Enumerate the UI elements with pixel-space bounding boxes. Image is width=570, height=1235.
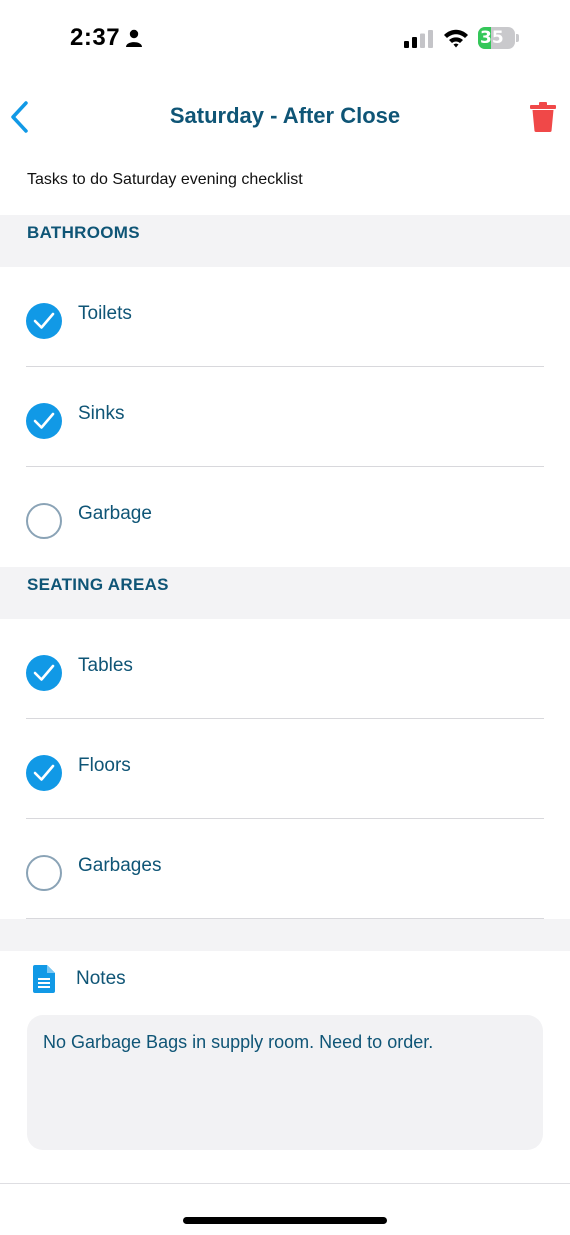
task-row-tables[interactable]: Tables	[0, 619, 570, 719]
section-spacer	[0, 919, 570, 951]
task-label: Tables	[78, 655, 133, 676]
checklist-description: Tasks to do Saturday evening checklist	[27, 171, 303, 188]
check-circle-icon[interactable]	[26, 755, 62, 791]
check-circle-icon[interactable]	[26, 303, 62, 339]
task-label: Garbages	[78, 855, 162, 876]
task-label: Floors	[78, 755, 131, 776]
person-icon	[126, 29, 142, 47]
task-label: Toilets	[78, 303, 132, 324]
section-header-bathrooms: BATHROOMS	[0, 215, 570, 267]
trash-icon[interactable]	[530, 102, 556, 132]
wifi-icon	[444, 29, 468, 48]
status-bar: 2:37 35	[0, 0, 570, 78]
cellular-signal-icon	[404, 30, 433, 48]
task-row-floors[interactable]: Floors	[0, 719, 570, 819]
section-header-seating-areas: SEATING AREAS	[0, 567, 570, 619]
page-title: Saturday - After Close	[169, 103, 401, 128]
task-label: Sinks	[78, 403, 125, 424]
navigation-header: Saturday - After Close	[0, 78, 570, 158]
document-icon	[33, 965, 55, 993]
battery-percentage: 35	[480, 28, 504, 48]
notes-textarea[interactable]: No Garbage Bags in supply room. Need to …	[27, 1015, 543, 1150]
check-circle-icon[interactable]	[26, 655, 62, 691]
check-circle-icon[interactable]	[26, 503, 62, 539]
status-time: 2:37	[70, 24, 121, 51]
check-circle-icon[interactable]	[26, 855, 62, 891]
notes-label: Notes	[76, 968, 126, 989]
task-row-toilets[interactable]: Toilets	[0, 267, 570, 367]
section-title: SEATING AREAS	[27, 575, 169, 594]
section-title: BATHROOMS	[27, 223, 140, 242]
divider	[0, 1183, 570, 1184]
task-row-garbages[interactable]: Garbages	[0, 819, 570, 919]
task-row-garbage[interactable]: Garbage	[0, 467, 570, 567]
home-indicator[interactable]	[183, 1217, 387, 1224]
task-row-sinks[interactable]: Sinks	[0, 367, 570, 467]
task-label: Garbage	[78, 503, 152, 524]
check-circle-icon[interactable]	[26, 403, 62, 439]
battery-indicator: 35	[478, 27, 520, 49]
